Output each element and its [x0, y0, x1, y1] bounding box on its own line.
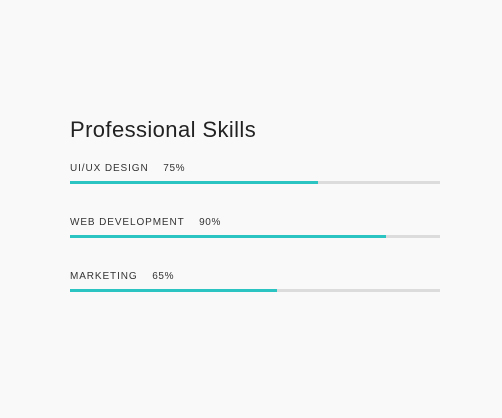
skill-percent: 75% — [163, 163, 186, 174]
skill-name: UI/UX DESIGN — [70, 163, 149, 174]
skill-item-ui-ux-design: UI/UX DESIGN 75% — [70, 163, 440, 217]
skill-label-row: UI/UX DESIGN 75% — [70, 163, 440, 175]
skill-progress-track — [70, 289, 440, 292]
skill-item-web-development: WEB DEVELOPMENT 90% — [70, 217, 440, 271]
skill-item-marketing: MARKETING 65% — [70, 271, 440, 325]
skill-percent: 65% — [152, 271, 175, 282]
skill-label-row: MARKETING 65% — [70, 271, 440, 283]
professional-skills-section: Professional Skills UI/UX DESIGN 75% WEB… — [70, 117, 440, 325]
skill-name: MARKETING — [70, 271, 138, 282]
skill-progress-track — [70, 181, 440, 184]
skill-progress-fill — [70, 181, 318, 184]
skill-progress-track — [70, 235, 440, 238]
skill-progress-fill — [70, 235, 387, 238]
section-title: Professional Skills — [70, 117, 257, 142]
skill-name: WEB DEVELOPMENT — [70, 217, 185, 228]
skill-progress-fill — [70, 289, 278, 292]
skill-list: UI/UX DESIGN 75% WEB DEVELOPMENT 90% MAR… — [70, 163, 440, 325]
skill-label-row: WEB DEVELOPMENT 90% — [70, 217, 440, 229]
skill-percent: 90% — [199, 217, 221, 228]
